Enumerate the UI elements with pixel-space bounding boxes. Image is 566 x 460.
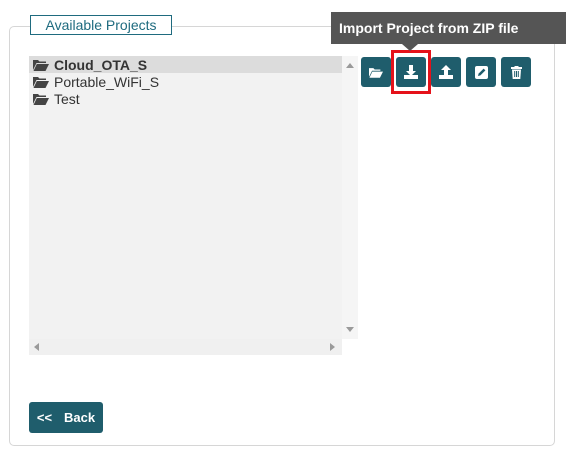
- project-item-cloud-ota-s[interactable]: Cloud_OTA_S: [29, 56, 342, 73]
- back-label: Back: [64, 410, 96, 425]
- project-name: Cloud_OTA_S: [54, 56, 148, 73]
- import-button-highlight: [391, 50, 431, 94]
- folder-open-icon: [33, 76, 49, 88]
- scroll-down-arrow-icon[interactable]: [346, 327, 354, 332]
- project-item-portable-wifi-s[interactable]: Portable_WiFi_S: [29, 73, 342, 90]
- project-name: Test: [54, 90, 80, 107]
- upload-icon: [439, 65, 453, 79]
- tooltip-arrow: [402, 44, 418, 51]
- back-button[interactable]: << Back: [29, 402, 103, 433]
- back-arrows-icon: <<: [36, 410, 53, 425]
- trash-icon: [510, 65, 522, 79]
- horizontal-scrollbar[interactable]: [29, 339, 342, 355]
- edit-icon: [474, 65, 488, 79]
- project-item-test[interactable]: Test: [29, 90, 342, 107]
- project-name: Portable_WiFi_S: [54, 73, 160, 90]
- project-list[interactable]: Cloud_OTA_S Portable_WiFi_S Test: [29, 56, 342, 339]
- folder-open-icon: [33, 59, 49, 71]
- rename-project-button[interactable]: [466, 57, 496, 87]
- delete-project-button[interactable]: [501, 57, 531, 87]
- scroll-left-arrow-icon[interactable]: [34, 343, 39, 351]
- panel-legend: Available Projects: [30, 15, 172, 35]
- open-project-button[interactable]: [361, 57, 391, 87]
- scroll-right-arrow-icon[interactable]: [330, 343, 335, 351]
- import-tooltip: Import Project from ZIP file: [331, 12, 566, 44]
- folder-open-icon: [369, 67, 383, 78]
- folder-open-icon: [33, 93, 49, 105]
- project-manager-page: Available Projects Cloud_OTA_S Portable_…: [0, 0, 566, 460]
- scroll-up-arrow-icon[interactable]: [346, 63, 354, 68]
- export-zip-button[interactable]: [431, 57, 461, 87]
- vertical-scrollbar[interactable]: [342, 56, 358, 339]
